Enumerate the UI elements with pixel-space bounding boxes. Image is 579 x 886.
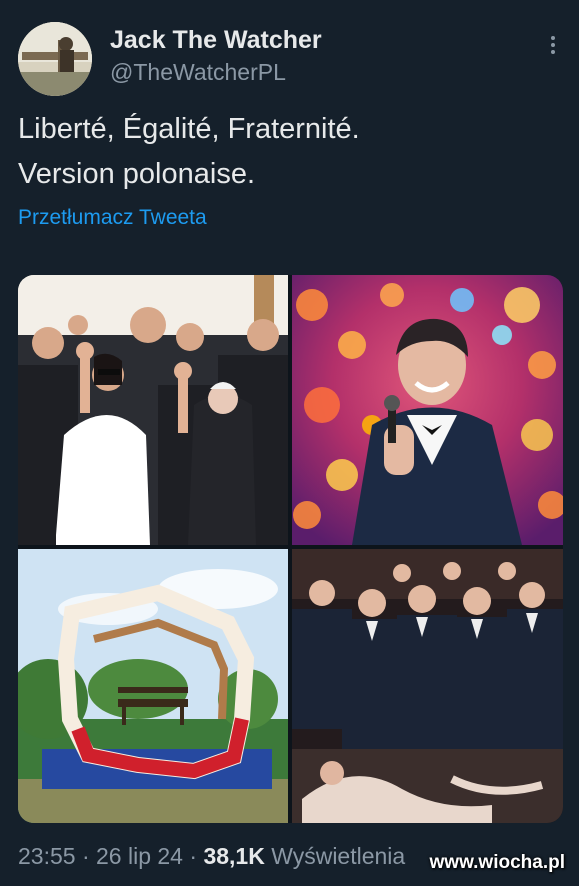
singer-with-microphone-photo[interactable] [292, 275, 563, 545]
views-count[interactable]: 38,1K [203, 843, 264, 869]
tweet-text-line-1: Liberté, Égalité, Fraternité. [18, 113, 360, 145]
more-options-icon[interactable] [543, 32, 563, 58]
meta-separator: · [75, 843, 97, 869]
site-watermark: www.wiocha.pl [429, 852, 565, 873]
tweet-text: Liberté, Égalité, Fraternité. Version po… [18, 107, 563, 197]
display-name[interactable]: Jack The Watcher [110, 24, 322, 56]
avatar[interactable] [18, 22, 92, 96]
audience-front-row-photo[interactable] [292, 549, 563, 823]
tweet-date[interactable]: 26 lip 24 [96, 843, 183, 869]
user-handle[interactable]: @TheWatcherPL [110, 56, 322, 88]
tweet-meta: 23:55 · 26 lip 24 · 38,1K Wyświetlenia [18, 843, 405, 870]
group-raised-hands-photo[interactable] [18, 275, 288, 545]
views-label: Wyświetlenia [264, 843, 406, 869]
tweet-text-line-2: Version polonaise. [18, 158, 255, 190]
tweet-header: Jack The Watcher @TheWatcherPL [18, 22, 563, 96]
poland-map-bench-sculpture-photo[interactable] [18, 549, 288, 823]
translate-tweet-link[interactable]: Przetłumacz Tweeta [18, 206, 207, 230]
meta-separator-2: · [182, 843, 204, 869]
media-grid [18, 275, 563, 823]
tweet-time[interactable]: 23:55 [18, 843, 76, 869]
